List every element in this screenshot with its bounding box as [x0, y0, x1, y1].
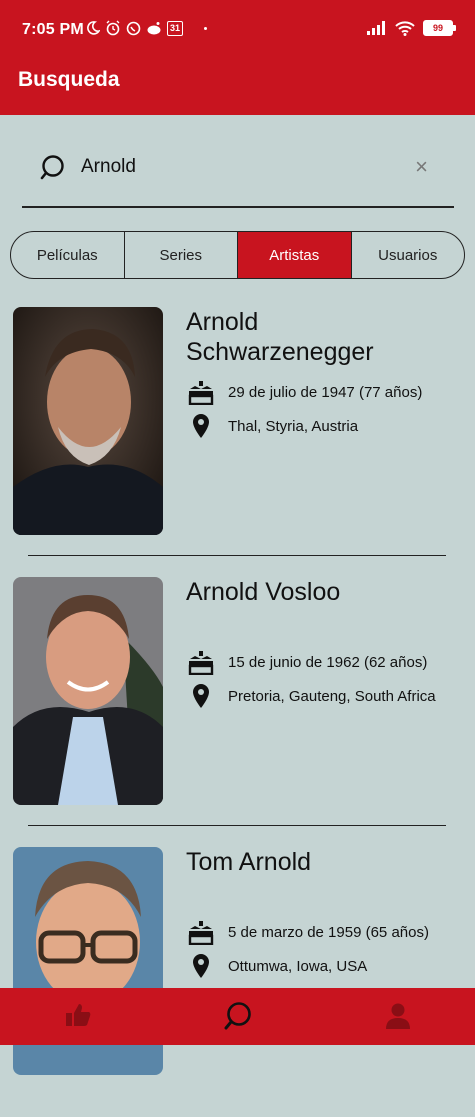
cake-icon: [188, 921, 214, 945]
search-icon: [40, 155, 64, 180]
thumbs-up-icon: [66, 1004, 91, 1026]
tab-artistas[interactable]: Artistas: [238, 232, 352, 278]
location-pin-icon: [193, 414, 209, 438]
tab-series[interactable]: Series: [125, 232, 238, 278]
search-icon: [224, 1002, 251, 1030]
cake-icon: [188, 651, 214, 675]
birthplace-row: Ottumwa, Iowa, USA: [186, 953, 367, 979]
birth-date: 5 de marzo de 1959 (65 años): [228, 923, 429, 941]
search-input[interactable]: Arnold: [81, 156, 136, 178]
dot-icon: [204, 26, 207, 30]
signal-icon: [367, 21, 385, 35]
artist-card[interactable]: Tom Arnold 5 de marzo de 1959 (65 años) …: [0, 847, 475, 1117]
cake-icon: [188, 381, 214, 405]
artist-name: Arnold Schwarzenegger: [186, 308, 374, 366]
birth-place: Ottumwa, Iowa, USA: [228, 957, 368, 975]
tab-usuarios[interactable]: Usuarios: [352, 232, 465, 278]
nav-profile[interactable]: [384, 1002, 412, 1035]
birth-date: 15 de junio de 1962 (62 años): [228, 653, 428, 671]
page-title: Busqueda: [18, 68, 120, 91]
tab-peliculas[interactable]: Películas: [11, 232, 125, 278]
birth-place: Pretoria, Gauteng, South Africa: [228, 687, 436, 705]
whatsapp-icon: [126, 21, 141, 35]
artist-name: Arnold Vosloo: [186, 578, 341, 606]
birthplace-row: Thal, Styria, Austria: [186, 413, 358, 439]
birth-row: 15 de junio de 1962 (62 años): [186, 649, 427, 675]
birthplace-row: Pretoria, Gauteng, South Africa: [186, 683, 436, 709]
status-bar: 7:05 PM 31 99: [0, 0, 475, 60]
artist-name: Tom Arnold: [186, 848, 312, 876]
divider: [28, 555, 446, 556]
birth-row: 29 de julio de 1947 (77 años): [186, 379, 422, 405]
artist-photo: [13, 307, 163, 535]
status-notification-icons: 31: [86, 20, 207, 36]
birth-date: 29 de julio de 1947 (77 años): [228, 383, 423, 401]
birth-place: Thal, Styria, Austria: [228, 417, 359, 435]
location-pin-icon: [193, 954, 209, 978]
wifi-icon: [395, 20, 415, 36]
artist-card[interactable]: Arnold Schwarzenegger 29 de julio de 1947…: [0, 307, 475, 577]
nav-search[interactable]: [222, 1000, 254, 1037]
status-system-icons: 99: [367, 20, 456, 36]
artist-card[interactable]: Arnold Vosloo 15 de junio de 1962 (62 añ…: [0, 577, 475, 847]
reddit-icon: [147, 22, 161, 35]
battery-icon: 99: [423, 20, 456, 36]
calendar-icon: 31: [167, 20, 183, 36]
divider: [28, 825, 446, 826]
category-tabs: Películas Series Artistas Usuarios: [10, 231, 465, 279]
artist-photo: [13, 577, 163, 805]
birth-row: 5 de marzo de 1959 (65 años): [186, 919, 429, 945]
alarm-icon: [106, 20, 120, 36]
moon-icon: [87, 21, 100, 35]
person-icon: [386, 1003, 410, 1029]
app-bar: 7:05 PM 31 99 Busqueda: [0, 0, 475, 115]
status-time: 7:05 PM: [22, 21, 84, 38]
clear-icon[interactable]: ×: [415, 154, 428, 180]
nav-popular[interactable]: [64, 1002, 92, 1033]
location-pin-icon: [193, 684, 209, 708]
search-bar[interactable]: Arnold ×: [22, 140, 454, 208]
bottom-navigation: [0, 988, 475, 1045]
